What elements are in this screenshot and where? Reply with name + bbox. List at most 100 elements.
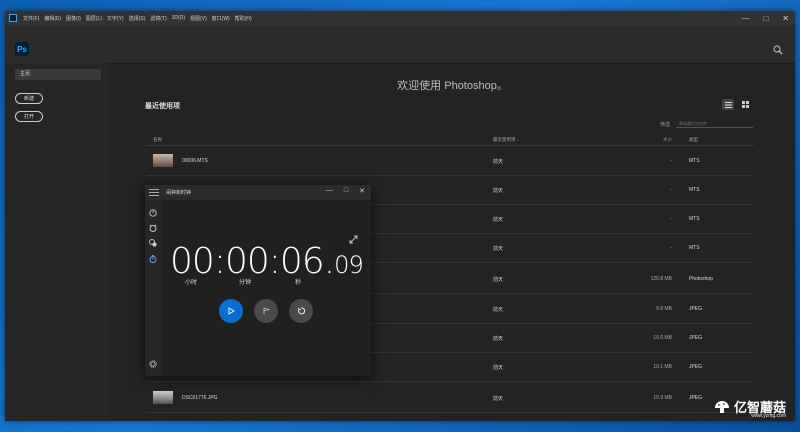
file-date: 前天 [493,246,504,252]
minutes-value: 00 [224,241,270,282]
file-size: 9.8 MB [656,306,672,312]
stopwatch-window-title: 闹钟和时钟 [166,190,192,196]
file-size: - [670,245,672,251]
list-view-icon [724,101,732,108]
grid-view-icon [741,101,749,108]
file-date: 前天 [493,217,504,223]
file-type: Photoshop [689,276,713,282]
file-size: 10.6 MB [653,335,672,341]
file-name: 00006.MTS [182,158,208,164]
menu-file[interactable]: 文件(F) [23,15,39,22]
watermark: 亿智蘑菇 www.yzmg.com [714,399,786,419]
timer-close-button[interactable]: ✕ [359,187,365,195]
world-clock-icon[interactable] [149,239,157,247]
file-size: - [670,187,672,193]
start-button[interactable] [219,299,243,323]
file-type: MTS [689,216,700,222]
file-size: - [670,216,672,222]
settings-gear-icon[interactable] [149,360,157,368]
table-row[interactable]: 00006.MTS 前天 - MTS [146,147,754,176]
column-name-header[interactable]: 名称 [153,137,162,143]
file-thumbnail [153,154,173,167]
file-type: JPEG [689,364,703,370]
ps-mini-logo-icon [9,14,17,22]
menu-bar: 文件(F) 编辑(E) 图像(I) 图层(L) 文字(Y) 选择(S) 滤镜(T… [5,11,795,25]
photoshop-logo: Ps [15,42,29,56]
filter-input[interactable]: 筛选最近的文件 [676,119,753,128]
file-name: DSC01776.JPG [182,395,218,401]
grid-view-button[interactable] [739,99,751,110]
menu-type[interactable]: 文字(Y) [107,15,124,22]
hours-value: 00 [170,241,215,282]
file-date: 前天 [493,277,504,283]
lap-button[interactable] [254,299,278,323]
watermark-text: 亿智蘑菇 [733,399,786,415]
seconds-label: 秒 [295,280,302,286]
file-date: 前天 [493,307,504,313]
hours-label: 小时 [185,280,198,286]
timer-icon[interactable] [149,209,157,217]
file-size: 10.9 MB [653,395,672,401]
menu-edit[interactable]: 编辑(E) [44,15,61,22]
menu-filter[interactable]: 滤镜(T) [150,15,166,22]
watermark-url: www.yzmg.com [751,413,786,419]
welcome-heading: 欢迎使用 Photoshop。 [397,80,508,92]
menu-window[interactable]: 窗口(W) [212,15,230,22]
file-thumbnail [153,391,173,404]
maximize-button[interactable]: □ [763,14,768,23]
file-date: 前天 [493,188,504,194]
menu-3d[interactable]: 3D(D) [172,15,185,21]
file-type: MTS [689,158,700,164]
centiseconds-value: 09 [334,251,364,279]
file-type: JPEG [689,306,703,312]
file-size: 10.1 MB [653,364,672,370]
file-date: 前天 [493,336,504,342]
reset-button[interactable] [289,299,313,323]
hamburger-menu-icon[interactable] [149,189,159,196]
sidebar-item-home[interactable]: 主页 [15,69,101,80]
list-view-button[interactable] [722,99,734,110]
stopwatch-time-display: 00:00:06.09 [170,241,364,282]
file-type: MTS [689,187,700,193]
file-date: 前天 [493,159,504,165]
stopwatch-window: 闹钟和时钟 — □ ✕ 00:00:06.09 小时 分钟 秒 [145,185,371,376]
recent-title: 最近使用项 [145,103,180,110]
table-header: 名称 最近使用项 ↓ 大小 类型 [146,135,754,146]
home-sidebar: 主页 新建 打开 [5,63,110,421]
timer-maximize-button[interactable]: □ [344,187,348,195]
mushroom-logo-icon [714,401,729,413]
file-type: MTS [689,245,700,251]
close-button[interactable]: ✕ [782,14,789,23]
alarm-icon[interactable] [149,224,157,232]
menu-view[interactable]: 视图(V) [190,15,207,22]
file-date: 前天 [493,365,504,371]
play-icon [228,307,235,315]
column-size-header[interactable]: 大小 [663,137,672,143]
filter-label: 筛选 [660,122,671,128]
search-icon[interactable] [773,45,783,55]
sort-down-arrow-icon: ↓ [516,137,520,142]
flag-icon [263,307,270,315]
seconds-value: 06 [279,241,325,282]
photoshop-window: 文件(F) 编辑(E) 图像(I) 图层(L) 文字(Y) 选择(S) 滤镜(T… [5,11,795,421]
stopwatch-icon[interactable] [149,255,157,263]
table-row[interactable]: DSC01776.JPG 前天 10.9 MB JPEG [146,384,754,413]
file-type: JPEG [689,395,703,401]
menu-layer[interactable]: 图层(L) [86,15,102,22]
timer-minimize-button[interactable]: — [326,187,333,195]
column-date-header[interactable]: 最近使用项 ↓ [493,137,519,143]
new-button[interactable]: 新建 [15,93,43,104]
stopwatch-titlebar: 闹钟和时钟 — □ ✕ [145,185,371,200]
file-date: 前天 [493,396,504,402]
open-button[interactable]: 打开 [15,111,43,122]
menu-help[interactable]: 帮助(H) [235,15,252,22]
reset-icon [298,307,305,315]
file-type: JPEG [689,335,703,341]
column-type-header[interactable]: 类型 [689,137,698,143]
menu-select[interactable]: 选择(S) [129,15,146,22]
file-size: - [670,158,672,164]
minutes-label: 分钟 [239,280,252,286]
stopwatch-nav [145,200,161,376]
menu-image[interactable]: 图像(I) [66,15,81,22]
minimize-button[interactable]: — [741,14,749,23]
